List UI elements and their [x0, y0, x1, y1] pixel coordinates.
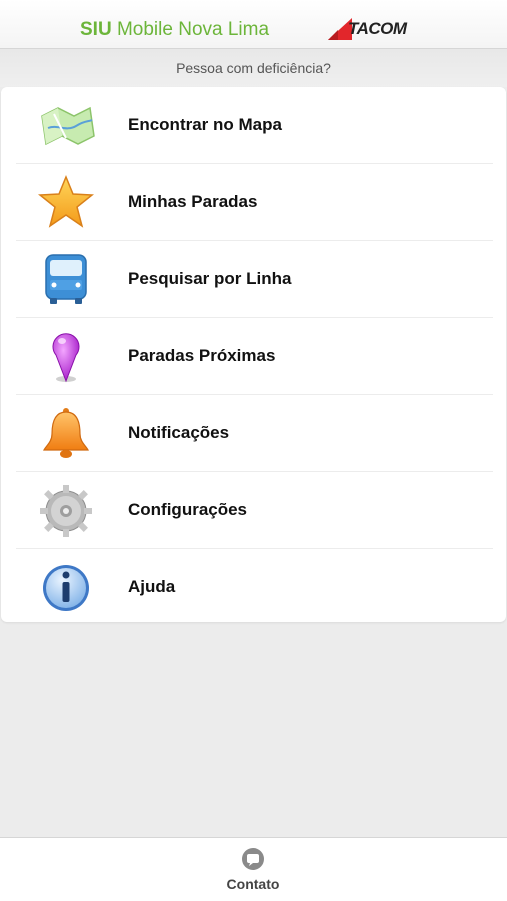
map-icon: [36, 98, 96, 154]
gear-icon: [36, 483, 96, 539]
menu-item-settings[interactable]: Configurações: [16, 472, 493, 549]
menu-item-search-line[interactable]: Pesquisar por Linha: [16, 241, 493, 318]
app-title: SIU Mobile Nova Lima: [80, 19, 269, 41]
menu-item-my-stops[interactable]: Minhas Paradas: [16, 164, 493, 241]
menu-item-label: Paradas Próximas: [128, 346, 276, 365]
contact-button[interactable]: Contato: [203, 848, 303, 892]
menu-item-label: Pesquisar por Linha: [128, 269, 292, 288]
brand-logo: TACOM: [328, 18, 407, 40]
app-title-rest: Mobile Nova Lima: [116, 19, 270, 40]
contact-label: Contato: [226, 876, 280, 892]
chat-bubble-icon: [242, 848, 264, 870]
menu-item-label: Minhas Paradas: [128, 192, 258, 211]
info-icon: [36, 560, 96, 616]
menu-item-label: Ajuda: [128, 577, 176, 596]
accessibility-link[interactable]: Pessoa com deficiência?: [0, 60, 507, 76]
app-title-strong: SIU: [80, 19, 112, 40]
location-pin-icon: [36, 329, 96, 385]
menu-item-label: Encontrar no Mapa: [128, 115, 282, 134]
bell-icon: [36, 406, 96, 462]
menu-item-help[interactable]: Ajuda: [16, 549, 493, 625]
main-menu: Encontrar no Mapa Minhas Paradas Pesquis…: [1, 87, 506, 622]
bus-icon: [36, 252, 96, 308]
menu-item-label: Notificações: [128, 423, 230, 442]
brand-name: TACOM: [348, 19, 407, 38]
app-header: SIU Mobile Nova Lima TACOM: [0, 0, 507, 49]
menu-item-find-on-map[interactable]: Encontrar no Mapa: [16, 87, 493, 164]
star-icon: [36, 175, 96, 231]
menu-item-label: Configurações: [128, 500, 248, 519]
menu-item-nearby-stops[interactable]: Paradas Próximas: [16, 318, 493, 395]
footer-bar: Contato: [0, 837, 507, 901]
menu-item-notifications[interactable]: Notificações: [16, 395, 493, 472]
accessibility-bar: Pessoa com deficiência?: [0, 49, 507, 87]
